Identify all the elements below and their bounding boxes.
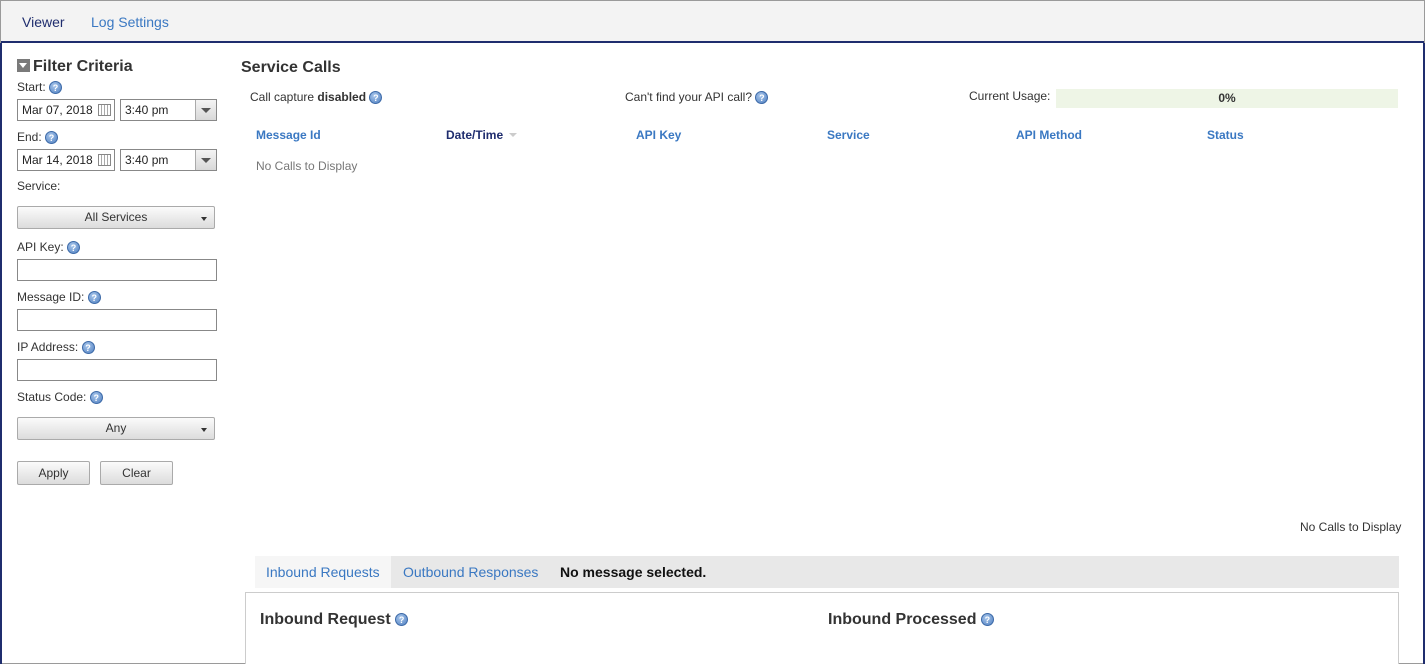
filter-criteria-title: Filter Criteria (33, 58, 133, 75)
sort-arrow-icon (509, 133, 518, 137)
column-api-key[interactable]: API Key (636, 128, 681, 142)
service-dropdown[interactable]: All Services (17, 206, 215, 229)
column-status[interactable]: Status (1207, 128, 1244, 142)
collapse-triangle-icon[interactable] (17, 59, 30, 72)
message-panel: Inbound Request ? Inbound Processed ? (245, 592, 1399, 664)
dropdown-arrow-icon[interactable] (195, 150, 216, 170)
service-label: Service: (17, 179, 61, 193)
help-icon[interactable]: ? (980, 613, 994, 627)
pager-status: No Calls to Display (1300, 520, 1402, 534)
call-capture-prefix: Call capture (250, 90, 315, 104)
usage-label: Current Usage: (969, 89, 1051, 103)
start-label: Start: (17, 80, 46, 94)
calendar-icon[interactable] (98, 154, 111, 166)
column-date-time[interactable]: Date/Time (446, 128, 518, 142)
tab-outbound-responses[interactable]: Outbound Responses (392, 556, 549, 588)
help-icon[interactable]: ? (87, 291, 101, 305)
start-label-row: Start: ? (17, 80, 63, 95)
start-time-value: 3:40 pm (125, 103, 169, 117)
column-message-id[interactable]: Message Id (256, 128, 321, 142)
end-label-row: End: ? (17, 130, 59, 145)
api-key-label-row: API Key: ? (17, 240, 81, 255)
help-icon[interactable]: ? (369, 91, 383, 105)
column-date-time-label: Date/Time (446, 128, 504, 142)
help-icon[interactable]: ? (49, 81, 63, 95)
empty-table-message: No Calls to Display (256, 159, 358, 173)
top-nav: Viewer Log Settings (1, 1, 1424, 43)
status-code-label-row: Status Code: ? (17, 390, 103, 405)
end-label: End: (17, 130, 42, 144)
help-icon[interactable]: ? (395, 613, 409, 627)
help-icon[interactable]: ? (89, 391, 103, 405)
cant-find-text: Can't find your API call? (625, 90, 753, 104)
message-id-input[interactable] (17, 309, 217, 331)
tab-log-settings[interactable]: Log Settings (91, 14, 169, 30)
page-title: Service Calls (241, 59, 341, 76)
filter-criteria-heading[interactable]: Filter Criteria (17, 58, 133, 76)
end-time-select[interactable]: 3:40 pm (120, 149, 217, 171)
help-icon[interactable]: ? (67, 241, 81, 255)
column-api-method[interactable]: API Method (1016, 128, 1082, 142)
tab-viewer[interactable]: Viewer (22, 14, 65, 30)
apply-button[interactable]: Apply (17, 461, 90, 485)
api-key-label: API Key: (17, 240, 64, 254)
ip-address-label: IP Address: (17, 340, 79, 354)
status-code-label: Status Code: (17, 390, 87, 404)
call-capture-status: Call capture disabled ? (250, 90, 383, 105)
cant-find-info: Can't find your API call? ? (625, 90, 769, 105)
calendar-icon[interactable] (98, 104, 111, 116)
clear-button[interactable]: Clear (100, 461, 173, 485)
message-id-label-row: Message ID: ? (17, 290, 101, 305)
ip-address-label-row: IP Address: ? (17, 340, 95, 355)
start-time-select[interactable]: 3:40 pm (120, 99, 217, 121)
left-border (0, 43, 2, 664)
message-selection-status: No message selected. (560, 564, 707, 580)
message-id-label: Message ID: (17, 290, 85, 304)
end-date-value: Mar 14, 2018 (22, 153, 93, 167)
help-icon[interactable]: ? (81, 341, 95, 355)
inbound-processed-title: Inbound Processed (828, 611, 977, 628)
end-date-field[interactable]: Mar 14, 2018 (17, 149, 115, 171)
dropdown-arrow-icon[interactable] (195, 100, 216, 120)
inbound-request-heading: Inbound Request ? (260, 611, 409, 629)
help-icon[interactable]: ? (755, 91, 769, 105)
tab-inbound-requests[interactable]: Inbound Requests (255, 556, 391, 588)
status-code-dropdown[interactable]: Any (17, 417, 215, 440)
usage-progress-bar: 0% (1056, 89, 1398, 108)
api-key-input[interactable] (17, 259, 217, 281)
column-service[interactable]: Service (827, 128, 870, 142)
start-date-field[interactable]: Mar 07, 2018 (17, 99, 115, 121)
call-capture-state: disabled (317, 90, 367, 104)
start-date-value: Mar 07, 2018 (22, 103, 93, 117)
end-time-value: 3:40 pm (125, 153, 169, 167)
ip-address-input[interactable] (17, 359, 217, 381)
help-icon[interactable]: ? (45, 131, 59, 145)
inbound-request-title: Inbound Request (260, 611, 391, 628)
inbound-processed-heading: Inbound Processed ? (828, 611, 994, 629)
message-tabs: Inbound Requests Outbound Responses No m… (255, 556, 1399, 588)
